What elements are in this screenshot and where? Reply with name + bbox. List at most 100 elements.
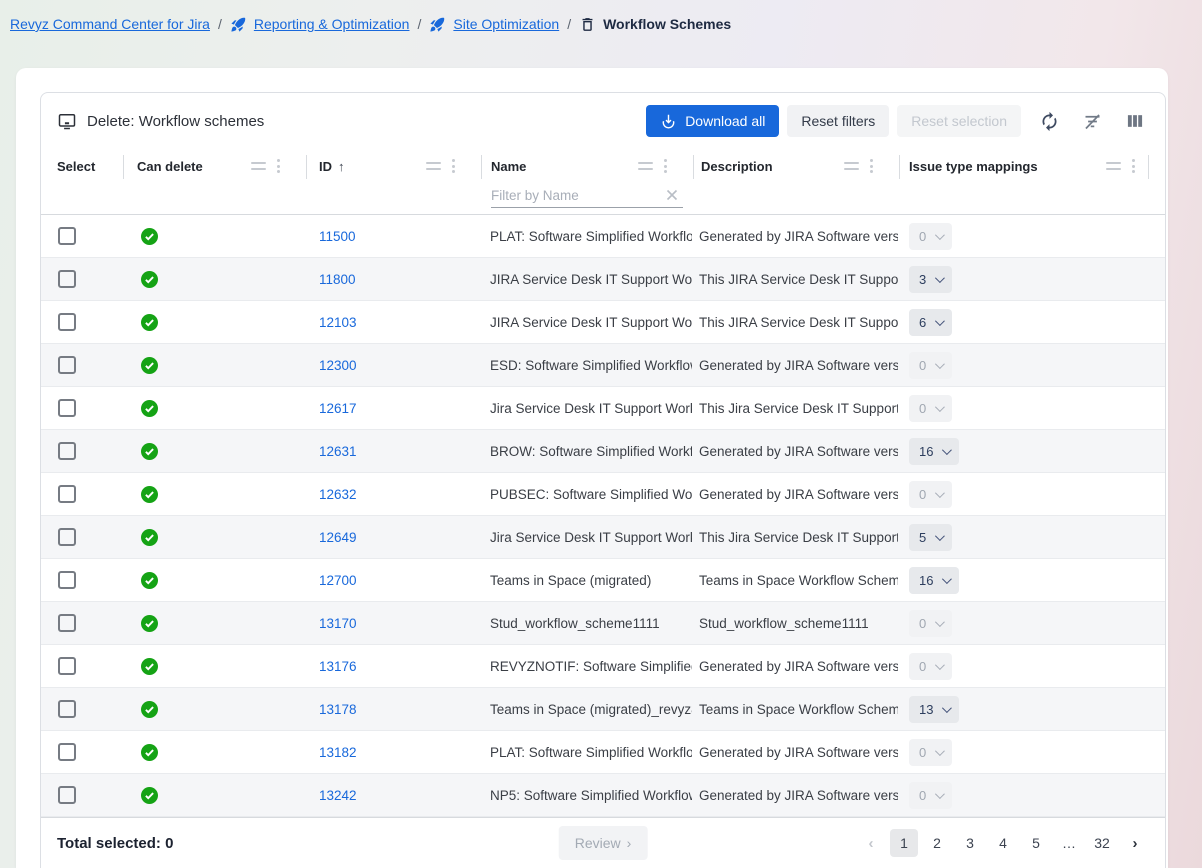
scheme-id-link[interactable]: 12617: [319, 401, 357, 416]
row-checkbox[interactable]: [58, 571, 76, 589]
scheme-id-link[interactable]: 12632: [319, 487, 357, 502]
pagination-next-button[interactable]: ›: [1121, 829, 1149, 857]
mappings-dropdown[interactable]: 0: [909, 223, 952, 250]
scheme-id-link[interactable]: 11800: [319, 272, 356, 287]
scheme-id-link[interactable]: 11500: [319, 229, 356, 244]
row-can-delete-cell: [123, 215, 306, 257]
row-checkbox[interactable]: [58, 528, 76, 546]
mappings-dropdown[interactable]: 0: [909, 352, 952, 379]
breadcrumb-link-site-optimization[interactable]: Site Optimization: [453, 16, 559, 32]
column-filter-icon[interactable]: [638, 162, 653, 170]
scheme-id-link[interactable]: 12700: [319, 573, 357, 588]
row-checkbox[interactable]: [58, 614, 76, 632]
scheme-id-link[interactable]: 13176: [319, 659, 357, 674]
mappings-dropdown[interactable]: 0: [909, 782, 952, 809]
mappings-dropdown[interactable]: 0: [909, 739, 952, 766]
column-header-can-delete[interactable]: Can delete: [123, 149, 306, 183]
mappings-dropdown[interactable]: 0: [909, 653, 952, 680]
column-filter-icon[interactable]: [1106, 162, 1121, 170]
column-filter-icon[interactable]: [251, 162, 266, 170]
scheme-id-link[interactable]: 13182: [319, 745, 357, 760]
pagination-page-5[interactable]: 5: [1022, 829, 1050, 857]
scheme-id-link[interactable]: 12103: [319, 315, 357, 330]
scheme-id-link[interactable]: 12631: [319, 444, 357, 459]
mappings-count: 0: [919, 487, 926, 502]
scheme-id-link[interactable]: 12300: [319, 358, 357, 373]
mappings-dropdown[interactable]: 0: [909, 395, 952, 422]
pagination-page-2[interactable]: 2: [923, 829, 951, 857]
mappings-dropdown[interactable]: 13: [909, 696, 959, 723]
reset-selection-button[interactable]: Reset selection: [897, 105, 1021, 137]
column-menu-icon[interactable]: [1132, 159, 1135, 173]
table-row: 11500 PLAT: Software Simplified Workflow…: [41, 215, 1165, 258]
row-checkbox[interactable]: [58, 399, 76, 417]
row-can-delete-cell: [123, 645, 306, 687]
row-can-delete-cell: [123, 602, 306, 644]
row-checkbox[interactable]: [58, 270, 76, 288]
row-id-cell: 13178: [306, 688, 481, 730]
row-select-cell: [41, 774, 123, 816]
row-checkbox[interactable]: [58, 313, 76, 331]
review-button[interactable]: Review ›: [559, 826, 648, 860]
scheme-description: Teams in Space Workflow Schemes: [699, 573, 898, 588]
row-checkbox[interactable]: [58, 743, 76, 761]
mappings-dropdown[interactable]: 0: [909, 610, 952, 637]
column-filter-icon[interactable]: [844, 162, 859, 170]
mappings-dropdown[interactable]: 3: [909, 266, 952, 293]
pagination-prev-button[interactable]: ‹: [857, 829, 885, 857]
column-filter-icon[interactable]: [426, 162, 441, 170]
row-can-delete-cell: [123, 516, 306, 558]
column-menu-icon[interactable]: [664, 159, 667, 173]
column-menu-icon[interactable]: [870, 159, 873, 173]
row-select-cell: [41, 645, 123, 687]
download-all-button[interactable]: Download all: [646, 105, 779, 137]
breadcrumb-link-reporting-optimization[interactable]: Reporting & Optimization: [254, 16, 410, 32]
column-menu-icon[interactable]: [277, 159, 280, 173]
column-settings-button[interactable]: [1121, 107, 1149, 135]
refresh-button[interactable]: [1035, 107, 1064, 136]
row-checkbox[interactable]: [58, 485, 76, 503]
chevron-down-icon: [935, 660, 945, 670]
mappings-count: 16: [919, 444, 933, 459]
sort-ascending-icon[interactable]: ↑: [338, 159, 345, 174]
scheme-id-link[interactable]: 13170: [319, 616, 357, 631]
scheme-id-link[interactable]: 13242: [319, 788, 357, 803]
scheme-id-link[interactable]: 12649: [319, 530, 357, 545]
column-header-description[interactable]: Description: [693, 149, 899, 183]
download-icon: [660, 113, 677, 130]
mappings-dropdown[interactable]: 16: [909, 567, 959, 594]
mappings-dropdown[interactable]: 5: [909, 524, 952, 551]
mappings-dropdown[interactable]: 0: [909, 481, 952, 508]
clear-filter-x-icon[interactable]: [661, 188, 683, 202]
workflow-schemes-panel: Delete: Workflow schemes Download all Re…: [40, 92, 1166, 868]
can-delete-check-icon: [141, 744, 158, 761]
row-checkbox[interactable]: [58, 442, 76, 460]
chevron-down-icon: [935, 746, 945, 756]
mappings-dropdown[interactable]: 16: [909, 438, 959, 465]
pagination-page-4[interactable]: 4: [989, 829, 1017, 857]
clear-filter-button[interactable]: [1078, 107, 1107, 136]
row-checkbox[interactable]: [58, 227, 76, 245]
row-checkbox[interactable]: [58, 786, 76, 804]
name-filter-input[interactable]: [491, 188, 661, 203]
row-mappings-cell: 16: [899, 559, 1165, 601]
mappings-dropdown[interactable]: 6: [909, 309, 952, 336]
pagination-page-32[interactable]: 32: [1088, 829, 1116, 857]
breadcrumb-link-command-center[interactable]: Revyz Command Center for Jira: [10, 16, 210, 32]
reset-filters-button[interactable]: Reset filters: [787, 105, 889, 137]
row-mappings-cell: 0: [899, 645, 1165, 687]
pagination-page-3[interactable]: 3: [956, 829, 984, 857]
scheme-id-link[interactable]: 13178: [319, 702, 357, 717]
row-checkbox[interactable]: [58, 356, 76, 374]
can-delete-check-icon: [141, 228, 158, 245]
row-select-cell: [41, 215, 123, 257]
pagination-page-1[interactable]: 1: [890, 829, 918, 857]
row-checkbox[interactable]: [58, 700, 76, 718]
row-select-cell: [41, 430, 123, 472]
column-menu-icon[interactable]: [452, 159, 455, 173]
row-checkbox[interactable]: [58, 657, 76, 675]
column-header-issue-type-mappings[interactable]: Issue type mappings: [899, 149, 1165, 183]
table-row: 11800 JIRA Service Desk IT Support Workf…: [41, 258, 1165, 301]
column-header-name[interactable]: Name: [481, 149, 693, 183]
column-header-id[interactable]: ID ↑: [306, 149, 481, 183]
